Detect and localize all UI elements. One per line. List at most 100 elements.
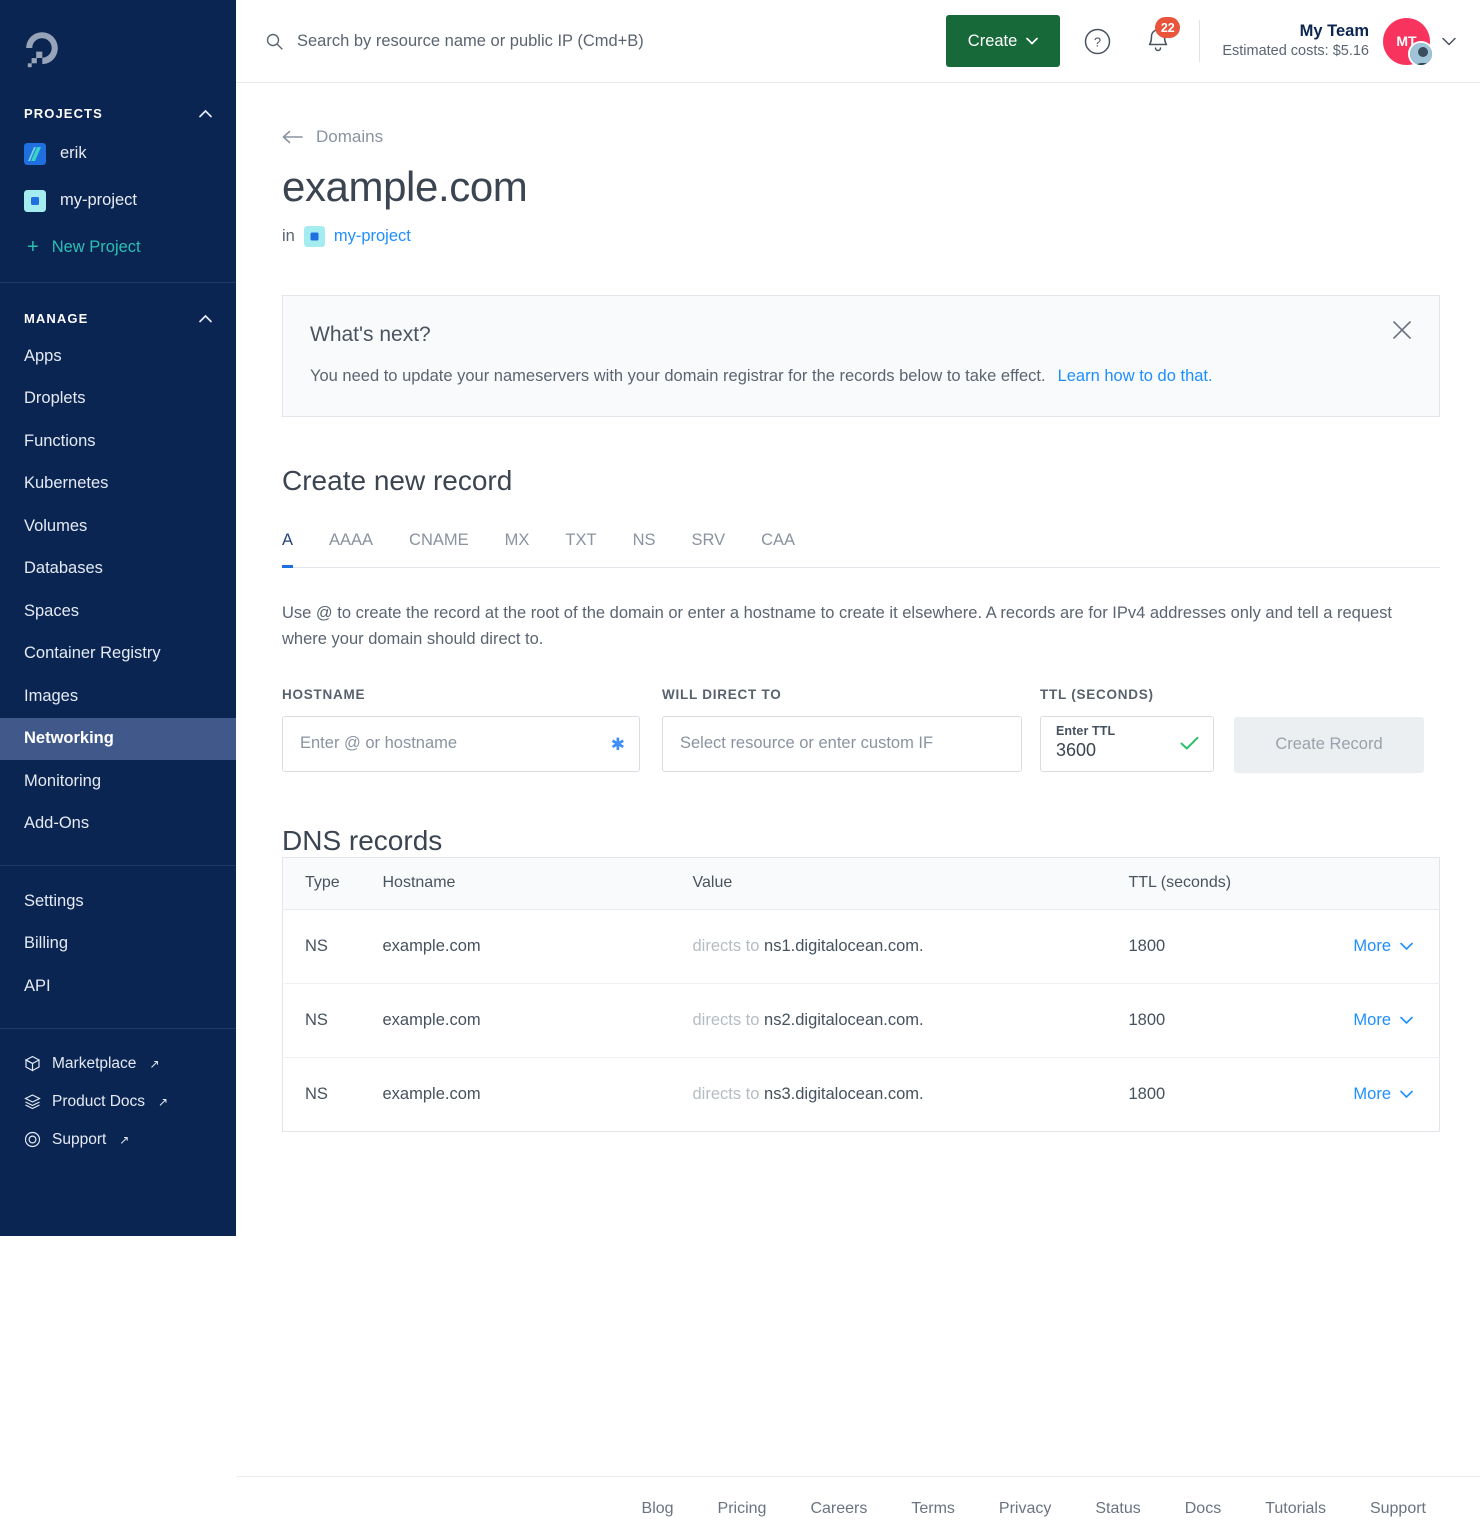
project-link[interactable]: my-project — [334, 227, 411, 246]
search-input[interactable] — [297, 31, 917, 51]
notice-text: You need to update your nameservers with… — [310, 367, 1046, 385]
logo-container[interactable] — [0, 0, 236, 96]
create-button[interactable]: Create — [945, 15, 1061, 67]
nav-label: Billing — [24, 934, 69, 953]
team-info[interactable]: My Team Estimated costs: $5.16 — [1222, 21, 1369, 62]
sidebar-item-container-registry[interactable]: Container Registry — [0, 633, 236, 676]
more-button[interactable]: More — [1353, 1085, 1413, 1104]
sidebar-item-functions[interactable]: Functions — [0, 420, 236, 463]
cell-more: More — [1309, 1057, 1440, 1131]
sidebar-item-networking[interactable]: Networking — [0, 717, 236, 760]
create-record-form: HOSTNAME ✱ WILL DIRECT TO TTL (SECONDS) — [282, 687, 1440, 773]
cell-hostname: example.com — [382, 1084, 481, 1103]
nav-label: Monitoring — [24, 771, 102, 790]
footer-link-tutorials[interactable]: Tutorials — [1265, 1500, 1326, 1518]
sidebar-item-billing[interactable]: Billing — [0, 923, 236, 966]
breadcrumb[interactable]: Domains — [282, 127, 1440, 147]
projects-section-header[interactable]: PROJECTS — [0, 96, 236, 130]
tab-ns[interactable]: NS — [633, 531, 656, 567]
avatar-photo — [1408, 40, 1434, 67]
sidebar-item-support[interactable]: Support ↗ — [0, 1121, 236, 1159]
tab-cname[interactable]: CNAME — [409, 531, 469, 567]
footer-link-privacy[interactable]: Privacy — [999, 1500, 1051, 1518]
tab-label: TXT — [565, 531, 597, 549]
table-header-row: Type Hostname Value TTL (seconds) — [282, 857, 1440, 910]
avatar[interactable]: MT — [1383, 17, 1434, 67]
cell-more: More — [1308, 909, 1440, 984]
footer-link-careers[interactable]: Careers — [810, 1500, 867, 1518]
sidebar-item-volumes[interactable]: Volumes — [0, 505, 236, 548]
notifications-button[interactable]: 22 — [1143, 17, 1181, 57]
will-direct-to-input[interactable] — [662, 715, 1022, 772]
sidebar-item-settings[interactable]: Settings — [0, 880, 236, 923]
tab-mx[interactable]: MX — [505, 531, 530, 567]
topbar-divider — [1199, 20, 1201, 62]
column-header-hostname: Hostname — [382, 857, 693, 910]
cell-value: directs to ns1.digitalocean.com. — [692, 909, 1129, 984]
sidebar-item-monitoring[interactable]: Monitoring — [0, 760, 236, 803]
user-menu-chevron-down-icon[interactable] — [1442, 37, 1456, 46]
footer-link-blog[interactable]: Blog — [642, 1500, 674, 1518]
ext-label: Product Docs — [52, 1092, 146, 1110]
nav-label: Add-Ons — [24, 814, 90, 833]
tab-label: MX — [504, 531, 530, 549]
tab-txt[interactable]: TXT — [565, 531, 596, 567]
tab-caa[interactable]: CAA — [761, 531, 795, 567]
ext-label: Support — [52, 1130, 107, 1148]
tab-label: A — [282, 531, 294, 549]
ttl-input-wrap[interactable]: Enter TTL — [1040, 715, 1214, 772]
sidebar-item-add-ons[interactable]: Add-Ons — [0, 803, 236, 846]
cell-ttl: 1800 — [1128, 1084, 1166, 1103]
cell-type: NS — [305, 1084, 328, 1103]
sidebar-item-databases[interactable]: Databases — [0, 548, 236, 591]
more-button[interactable]: More — [1353, 1011, 1413, 1030]
required-asterisk-icon: ✱ — [610, 734, 625, 754]
more-button[interactable]: More — [1353, 937, 1413, 956]
create-button-label: Create — [967, 31, 1018, 50]
new-project-button[interactable]: + New Project — [0, 224, 236, 270]
ttl-input[interactable] — [1056, 739, 1156, 761]
footer-link-pricing[interactable]: Pricing — [718, 1500, 767, 1518]
record-type-tabs: A AAAA CNAME MX TXT NS SRV CAA — [282, 531, 1440, 568]
sidebar-project-my-project[interactable]: my-project — [0, 177, 236, 224]
estimated-costs: Estimated costs: $5.16 — [1222, 43, 1369, 60]
tab-srv[interactable]: SRV — [691, 531, 725, 567]
sidebar-item-product-docs[interactable]: Product Docs ↗ — [0, 1083, 236, 1121]
question-circle-icon[interactable]: ? — [1084, 28, 1111, 55]
record-value: ns3.digitalocean.com. — [764, 1084, 924, 1103]
nav-label: Volumes — [24, 516, 88, 535]
manage-section-header[interactable]: MANAGE — [0, 301, 236, 335]
page-content: Domains example.com in my-project What's… — [236, 83, 1480, 1132]
learn-how-link[interactable]: Learn how to do that. — [1058, 367, 1213, 385]
sidebar-item-kubernetes[interactable]: Kubernetes — [0, 463, 236, 506]
close-icon[interactable] — [1392, 320, 1412, 340]
create-record-button[interactable]: Create Record — [1234, 716, 1424, 773]
footer-link-docs[interactable]: Docs — [1185, 1500, 1221, 1518]
nav-label: Images — [24, 686, 79, 705]
hostname-field-group: HOSTNAME ✱ — [282, 687, 640, 772]
sidebar-item-api[interactable]: API — [0, 965, 236, 1008]
nav-label: Settings — [24, 891, 84, 910]
cell-type: NS — [282, 983, 383, 1058]
sidebar-item-marketplace[interactable]: Marketplace ↗ — [0, 1045, 236, 1083]
tab-a[interactable]: A — [282, 531, 294, 568]
sidebar-project-erik[interactable]: erik — [0, 130, 236, 177]
dns-records-section: DNS records Type Hostname Value TTL (sec… — [282, 825, 1440, 1132]
footer-link-terms[interactable]: Terms — [911, 1500, 955, 1518]
tab-label: SRV — [691, 531, 726, 549]
search-container — [236, 31, 946, 51]
nav-label: Networking — [24, 729, 114, 748]
cell-ttl: 1800 — [1128, 983, 1309, 1058]
sidebar-item-images[interactable]: Images — [0, 675, 236, 718]
hostname-input[interactable] — [282, 715, 640, 772]
will-direct-to-field-group: WILL DIRECT TO — [662, 687, 1022, 772]
footer-link-support[interactable]: Support — [1370, 1500, 1426, 1518]
tab-aaaa[interactable]: AAAA — [329, 531, 373, 567]
sidebar-item-apps[interactable]: Apps — [0, 335, 236, 378]
sidebar-item-droplets[interactable]: Droplets — [0, 378, 236, 421]
sidebar-item-spaces[interactable]: Spaces — [0, 590, 236, 633]
nav-label: Databases — [24, 559, 103, 578]
nav-label: Container Registry — [24, 644, 161, 663]
footer-link-status[interactable]: Status — [1095, 1500, 1140, 1518]
search-icon — [266, 33, 283, 50]
